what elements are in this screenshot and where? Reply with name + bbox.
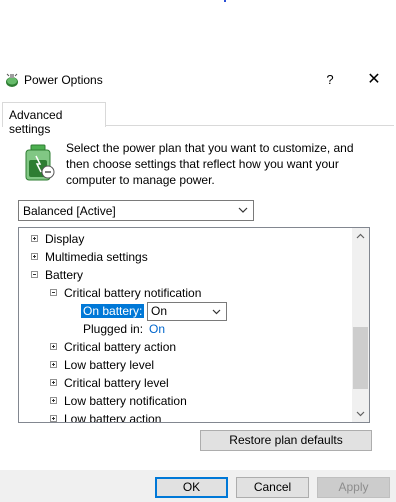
on-battery-dropdown[interactable]: On: [147, 302, 227, 321]
tree-scrollbar[interactable]: [352, 228, 369, 422]
cancel-button[interactable]: Cancel: [236, 477, 309, 498]
expand-icon[interactable]: [31, 253, 38, 260]
tab-label: Advanced settings: [9, 108, 63, 136]
on-battery-value: On: [151, 304, 168, 318]
expand-icon[interactable]: [50, 379, 57, 386]
plugged-in-label: Plugged in:: [83, 322, 144, 336]
scroll-down-icon[interactable]: [352, 405, 369, 422]
scrollbar-thumb[interactable]: [353, 327, 368, 389]
scroll-up-icon[interactable]: [352, 228, 369, 245]
tree-item-on-battery[interactable]: On battery: On: [81, 302, 301, 321]
expand-icon[interactable]: [31, 235, 38, 242]
tree-item-plugged-in[interactable]: Plugged in: On: [83, 320, 165, 338]
expand-icon[interactable]: [50, 343, 57, 350]
expand-icon[interactable]: [50, 397, 57, 404]
power-plan-dropdown[interactable]: Balanced [Active]: [18, 200, 254, 221]
expand-icon[interactable]: [50, 361, 57, 368]
battery-icon: [25, 144, 55, 181]
settings-tree[interactable]: Display Multimedia settings Battery Crit…: [18, 227, 370, 423]
decorative-dot: [224, 0, 226, 2]
chevron-down-icon: [212, 309, 221, 315]
ok-button[interactable]: OK: [155, 477, 228, 498]
plugged-in-value[interactable]: On: [149, 320, 165, 338]
restore-defaults-button[interactable]: Restore plan defaults: [200, 430, 372, 451]
help-button[interactable]: ?: [320, 70, 340, 90]
power-options-icon: [6, 73, 18, 87]
power-plan-value: Balanced [Active]: [23, 204, 116, 218]
expand-icon[interactable]: [50, 415, 57, 422]
on-battery-label: On battery:: [81, 304, 145, 318]
close-button[interactable]: ✕: [364, 70, 384, 90]
description-text: Select the power plan that you want to c…: [66, 141, 354, 187]
collapse-icon[interactable]: [50, 289, 57, 296]
tab-advanced-settings[interactable]: Advanced settings: [2, 102, 106, 136]
window-title: Power Options: [24, 73, 103, 87]
chevron-down-icon: [238, 207, 248, 213]
collapse-icon[interactable]: [31, 271, 38, 278]
apply-button[interactable]: Apply: [317, 477, 390, 498]
